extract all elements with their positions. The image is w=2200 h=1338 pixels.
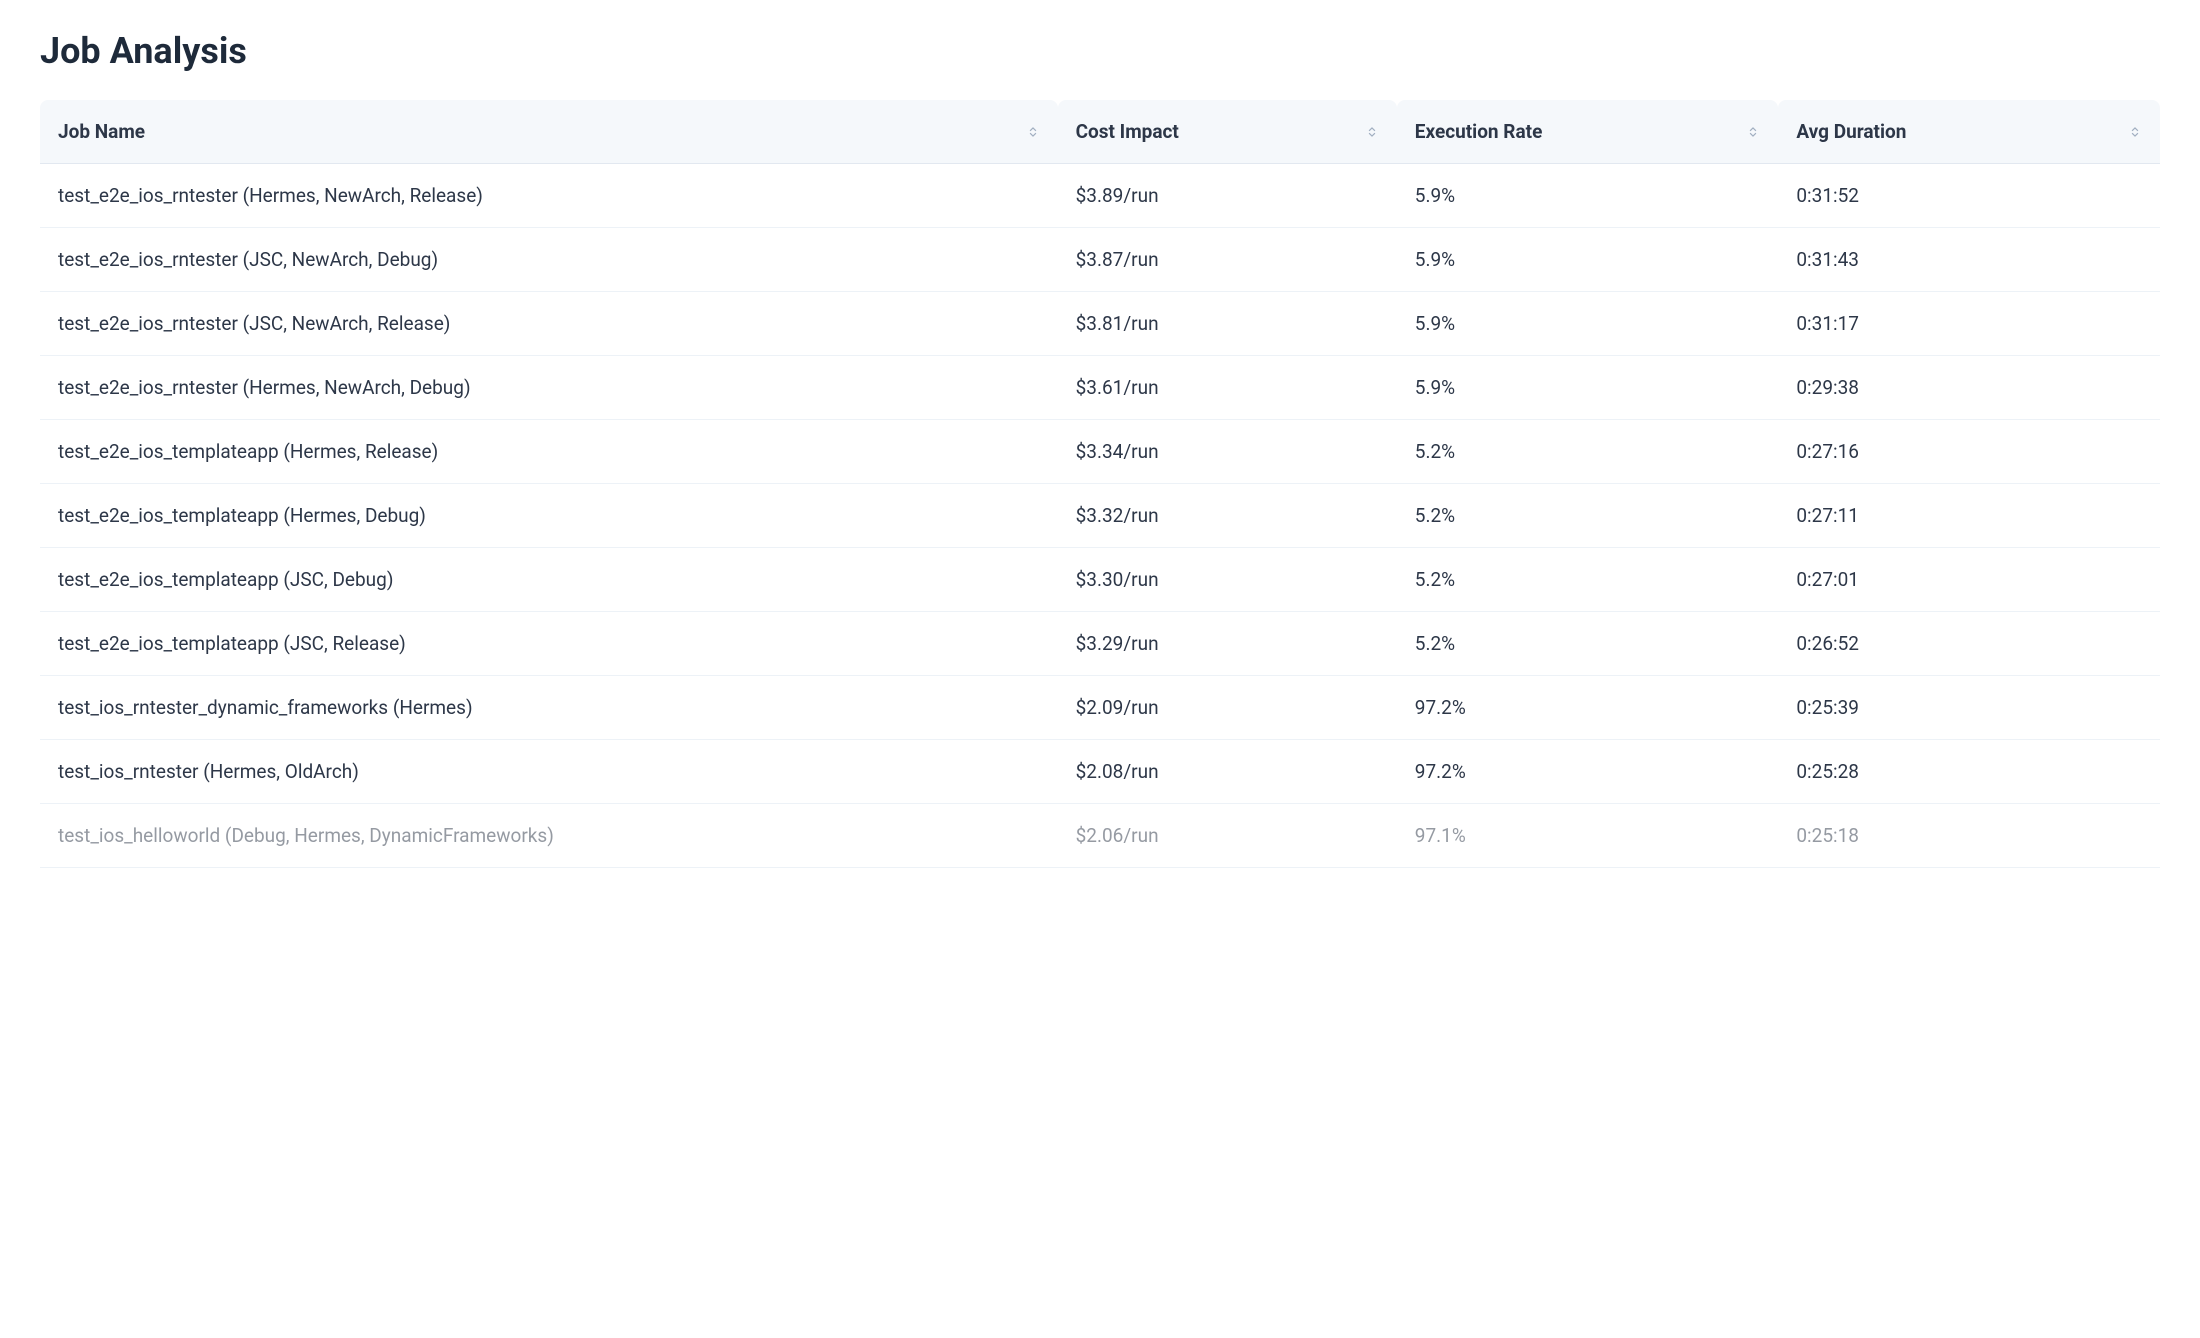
column-header-label: Job Name <box>58 120 145 143</box>
sort-icon[interactable] <box>1746 125 1760 139</box>
cell-execution-rate: 5.2% <box>1397 612 1779 676</box>
page-title: Job Analysis <box>40 30 2160 72</box>
cell-avg-duration: 0:25:28 <box>1778 740 2160 804</box>
table-body: test_e2e_ios_rntester (Hermes, NewArch, … <box>40 164 2160 868</box>
cell-execution-rate: 5.9% <box>1397 228 1779 292</box>
cell-cost-impact: $2.06/run <box>1058 804 1397 868</box>
cell-execution-rate: 5.9% <box>1397 164 1779 228</box>
cell-execution-rate: 97.2% <box>1397 676 1779 740</box>
cell-cost-impact: $2.09/run <box>1058 676 1397 740</box>
cell-avg-duration: 0:27:11 <box>1778 484 2160 548</box>
cell-job-name: test_e2e_ios_rntester (JSC, NewArch, Rel… <box>40 292 1058 356</box>
table-row: test_e2e_ios_rntester (JSC, NewArch, Deb… <box>40 228 2160 292</box>
cell-execution-rate: 5.9% <box>1397 356 1779 420</box>
cell-cost-impact: $3.29/run <box>1058 612 1397 676</box>
table-row: test_e2e_ios_rntester (Hermes, NewArch, … <box>40 164 2160 228</box>
cell-job-name: test_e2e_ios_rntester (Hermes, NewArch, … <box>40 164 1058 228</box>
cell-cost-impact: $3.32/run <box>1058 484 1397 548</box>
cell-avg-duration: 0:29:38 <box>1778 356 2160 420</box>
cell-job-name: test_e2e_ios_templateapp (JSC, Release) <box>40 612 1058 676</box>
cell-avg-duration: 0:27:01 <box>1778 548 2160 612</box>
table-row: test_ios_helloworld (Debug, Hermes, Dyna… <box>40 804 2160 868</box>
table-row: test_e2e_ios_templateapp (JSC, Release)$… <box>40 612 2160 676</box>
cell-execution-rate: 5.2% <box>1397 548 1779 612</box>
cell-execution-rate: 97.2% <box>1397 740 1779 804</box>
column-header-cost-impact[interactable]: Cost Impact <box>1058 100 1397 164</box>
sort-icon[interactable] <box>1365 125 1379 139</box>
table-row: test_e2e_ios_rntester (Hermes, NewArch, … <box>40 356 2160 420</box>
column-header-execution-rate[interactable]: Execution Rate <box>1397 100 1779 164</box>
cell-cost-impact: $3.34/run <box>1058 420 1397 484</box>
cell-cost-impact: $3.61/run <box>1058 356 1397 420</box>
column-header-avg-duration[interactable]: Avg Duration <box>1778 100 2160 164</box>
cell-job-name: test_e2e_ios_templateapp (Hermes, Releas… <box>40 420 1058 484</box>
cell-job-name: test_e2e_ios_templateapp (Hermes, Debug) <box>40 484 1058 548</box>
cell-avg-duration: 0:31:17 <box>1778 292 2160 356</box>
cell-execution-rate: 5.2% <box>1397 420 1779 484</box>
cell-cost-impact: $3.87/run <box>1058 228 1397 292</box>
column-header-label: Avg Duration <box>1796 120 1906 143</box>
table-row: test_ios_rntester_dynamic_frameworks (He… <box>40 676 2160 740</box>
cell-job-name: test_ios_helloworld (Debug, Hermes, Dyna… <box>40 804 1058 868</box>
cell-avg-duration: 0:25:39 <box>1778 676 2160 740</box>
cell-execution-rate: 97.1% <box>1397 804 1779 868</box>
sort-icon[interactable] <box>1026 125 1040 139</box>
sort-icon[interactable] <box>2128 125 2142 139</box>
table-header-row: Job Name Cost Impact <box>40 100 2160 164</box>
job-analysis-table-container: Job Name Cost Impact <box>40 100 2160 868</box>
job-analysis-table: Job Name Cost Impact <box>40 100 2160 868</box>
cell-execution-rate: 5.2% <box>1397 484 1779 548</box>
cell-job-name: test_e2e_ios_templateapp (JSC, Debug) <box>40 548 1058 612</box>
cell-avg-duration: 0:31:43 <box>1778 228 2160 292</box>
cell-cost-impact: $3.81/run <box>1058 292 1397 356</box>
column-header-label: Execution Rate <box>1415 120 1543 143</box>
cell-avg-duration: 0:27:16 <box>1778 420 2160 484</box>
cell-avg-duration: 0:31:52 <box>1778 164 2160 228</box>
cell-job-name: test_e2e_ios_rntester (JSC, NewArch, Deb… <box>40 228 1058 292</box>
cell-cost-impact: $3.89/run <box>1058 164 1397 228</box>
cell-job-name: test_e2e_ios_rntester (Hermes, NewArch, … <box>40 356 1058 420</box>
cell-avg-duration: 0:25:18 <box>1778 804 2160 868</box>
cell-cost-impact: $2.08/run <box>1058 740 1397 804</box>
column-header-job-name[interactable]: Job Name <box>40 100 1058 164</box>
cell-cost-impact: $3.30/run <box>1058 548 1397 612</box>
table-row: test_e2e_ios_templateapp (JSC, Debug)$3.… <box>40 548 2160 612</box>
cell-execution-rate: 5.9% <box>1397 292 1779 356</box>
table-row: test_e2e_ios_templateapp (Hermes, Releas… <box>40 420 2160 484</box>
cell-job-name: test_ios_rntester_dynamic_frameworks (He… <box>40 676 1058 740</box>
table-row: test_e2e_ios_templateapp (Hermes, Debug)… <box>40 484 2160 548</box>
table-row: test_e2e_ios_rntester (JSC, NewArch, Rel… <box>40 292 2160 356</box>
cell-avg-duration: 0:26:52 <box>1778 612 2160 676</box>
table-row: test_ios_rntester (Hermes, OldArch)$2.08… <box>40 740 2160 804</box>
cell-job-name: test_ios_rntester (Hermes, OldArch) <box>40 740 1058 804</box>
column-header-label: Cost Impact <box>1076 120 1179 143</box>
